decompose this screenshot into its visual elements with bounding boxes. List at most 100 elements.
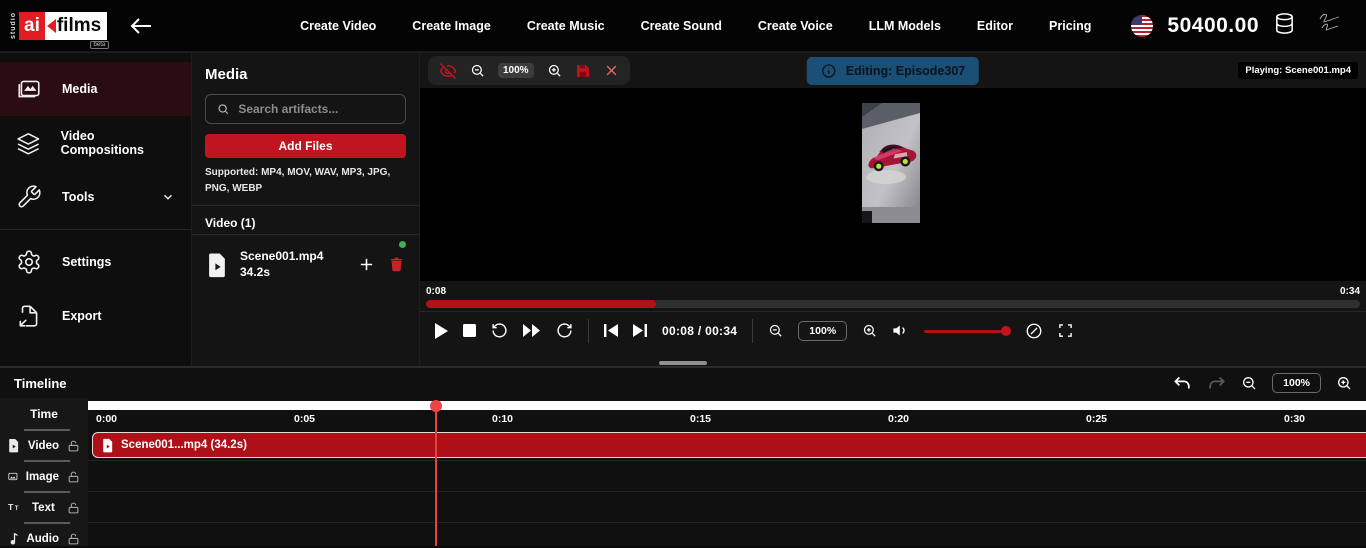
back-arrow-icon[interactable] xyxy=(129,16,153,36)
nav-create-voice[interactable]: Create Voice xyxy=(758,19,833,33)
media-file-item[interactable]: Scene001.mp4 34.2s xyxy=(205,235,406,290)
track-header-image: Image xyxy=(0,461,88,492)
media-panel-divider xyxy=(192,205,419,206)
playhead[interactable] xyxy=(430,400,442,546)
video-frame-drift-car xyxy=(862,103,920,223)
playback-speed-button[interactable] xyxy=(1025,322,1043,340)
skip-start-button[interactable] xyxy=(604,324,618,337)
export-icon xyxy=(16,303,42,329)
redo-button[interactable] xyxy=(1207,375,1226,391)
nav-editor[interactable]: Editor xyxy=(977,19,1013,33)
media-icon xyxy=(16,76,42,102)
app-logo[interactable]: studio ai films beta xyxy=(10,12,107,40)
preview-zoom-out-button[interactable] xyxy=(470,63,485,78)
nav-create-sound[interactable]: Create Sound xyxy=(641,19,722,33)
redo-icon xyxy=(1207,375,1226,391)
close-icon xyxy=(604,63,619,78)
fast-forward-button[interactable] xyxy=(523,324,541,337)
playback-time-display: 00:08 / 00:34 xyxy=(662,324,737,338)
player-zoom-out-button[interactable] xyxy=(768,323,783,338)
player-zoom-in-button[interactable] xyxy=(862,323,877,338)
loop-button[interactable] xyxy=(556,322,573,339)
preview-zoom-in-button[interactable] xyxy=(547,63,562,78)
video-clip[interactable]: Scene001...mp4 (34.2s) xyxy=(92,432,1366,458)
beta-badge: beta xyxy=(90,41,110,49)
time-header-cell: Time xyxy=(0,398,88,430)
preview-toolbar: 100% Editing: Episode307 Playing: Scene xyxy=(420,53,1366,88)
volume-button[interactable] xyxy=(892,322,909,339)
video-lane[interactable]: Scene001...mp4 (34.2s) xyxy=(88,430,1366,461)
lock-icon xyxy=(67,439,80,453)
nav-create-image[interactable]: Create Image xyxy=(412,19,491,33)
zoom-in-icon xyxy=(1336,375,1352,391)
sidebar-item-settings[interactable]: Settings xyxy=(0,235,191,289)
image-lane[interactable] xyxy=(88,461,1366,492)
video-canvas[interactable] xyxy=(420,88,1366,281)
sidebar-item-label: Tools xyxy=(62,190,94,204)
volume-knob[interactable] xyxy=(1001,326,1011,336)
track-header-audio: Audio xyxy=(0,523,88,546)
volume-track xyxy=(924,330,1010,333)
save-button[interactable] xyxy=(575,63,591,79)
search-box[interactable] xyxy=(205,94,406,124)
delete-file-button[interactable] xyxy=(389,256,404,273)
us-flag-icon[interactable] xyxy=(1131,15,1153,37)
zoom-out-icon xyxy=(768,323,783,338)
add-to-timeline-button[interactable] xyxy=(358,256,375,273)
timeline-ruler[interactable]: 0:00 0:05 0:10 0:15 0:20 0:25 0:30 xyxy=(88,398,1366,430)
close-preview-button[interactable] xyxy=(604,63,619,78)
ruler-scrub-strip[interactable] xyxy=(88,401,1366,410)
sidebar-item-tools[interactable]: Tools xyxy=(0,170,191,224)
audio-lane[interactable] xyxy=(88,523,1366,546)
text-lane[interactable] xyxy=(88,492,1366,523)
timeline-zoom-in-button[interactable] xyxy=(1336,375,1352,391)
lock-icon xyxy=(67,470,80,484)
signature-icon[interactable] xyxy=(1310,10,1348,41)
nav-pricing[interactable]: Pricing xyxy=(1049,19,1091,33)
sidebar-item-export[interactable]: Export xyxy=(0,289,191,343)
timeline-zoom-out-button[interactable] xyxy=(1241,375,1257,391)
lock-image-track-button[interactable] xyxy=(67,470,80,484)
playhead-handle[interactable] xyxy=(430,400,442,412)
stop-button[interactable] xyxy=(463,324,476,337)
restart-button[interactable] xyxy=(491,322,508,339)
sidebar-item-label: Video Compositions xyxy=(61,129,175,157)
play-button[interactable] xyxy=(434,323,448,339)
credits-coins-icon xyxy=(1273,12,1296,40)
supported-formats-text: Supported: MP4, MOV, WAV, MP3, JPG, PNG,… xyxy=(205,165,406,196)
lock-icon xyxy=(67,501,80,515)
search-icon xyxy=(217,102,229,116)
undo-button[interactable] xyxy=(1173,375,1192,391)
nav-create-music[interactable]: Create Music xyxy=(527,19,605,33)
track-headers: Time Video Image TT xyxy=(0,398,88,546)
fullscreen-icon xyxy=(1058,323,1073,338)
lock-video-track-button[interactable] xyxy=(67,439,80,453)
top-navbar: studio ai films beta Create Video Create… xyxy=(0,0,1366,53)
seek-bar[interactable] xyxy=(426,300,1360,308)
video-file-icon xyxy=(207,252,228,278)
nav-llm-models[interactable]: LLM Models xyxy=(869,19,941,33)
volume-slider[interactable] xyxy=(924,326,1010,336)
fullscreen-button[interactable] xyxy=(1058,323,1073,338)
ruler-label: 0:15 xyxy=(690,413,711,425)
eye-off-icon xyxy=(439,62,457,80)
skip-end-button[interactable] xyxy=(633,324,647,337)
player-zoom-level[interactable]: 100% xyxy=(798,321,847,341)
nav-create-video[interactable]: Create Video xyxy=(300,19,376,33)
speed-gauge-icon xyxy=(1025,322,1043,340)
zoom-in-icon xyxy=(862,323,877,338)
hide-preview-button[interactable] xyxy=(439,62,457,80)
preview-zoom-level: 100% xyxy=(498,63,534,78)
timeline-zoom-level[interactable]: 100% xyxy=(1272,373,1321,393)
search-input[interactable] xyxy=(238,102,394,116)
timeline-lanes: Scene001...mp4 (34.2s) xyxy=(88,430,1366,546)
fast-forward-icon xyxy=(523,324,541,337)
sidebar-item-video-compositions[interactable]: Video Compositions xyxy=(0,116,191,170)
add-files-button[interactable]: Add Files xyxy=(205,134,406,158)
preview-panel: 100% Editing: Episode307 Playing: Scene xyxy=(420,53,1366,366)
lock-audio-track-button[interactable] xyxy=(67,532,80,546)
panel-resize-handle[interactable] xyxy=(659,361,707,365)
preview-tool-cluster: 100% xyxy=(428,56,630,85)
sidebar-item-media[interactable]: Media xyxy=(0,62,191,116)
lock-text-track-button[interactable] xyxy=(67,501,80,515)
